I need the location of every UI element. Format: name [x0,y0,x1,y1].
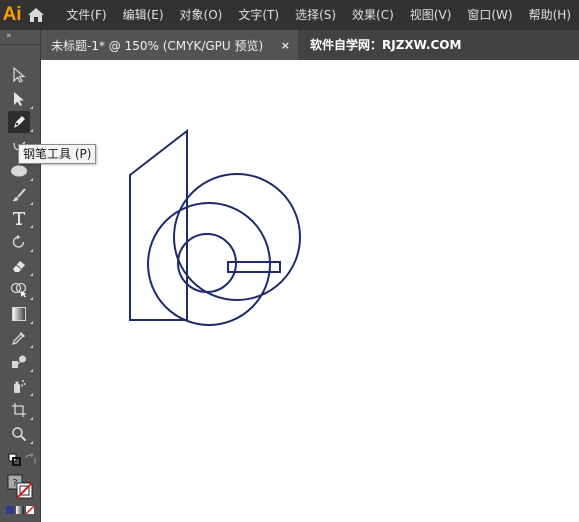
artboard-icon [12,403,26,417]
menu-items: 文件(F) 编辑(E) 对象(O) 文字(T) 选择(S) 效果(C) 视图(V… [58,0,579,30]
symbol-sprayer-tool[interactable] [8,375,33,397]
selection-tool[interactable] [8,64,30,86]
pen-tool-tooltip: 钢笔工具 (P) [18,144,97,164]
blend-icon [12,355,26,368]
menu-help[interactable]: 帮助(H) [521,0,579,30]
eraser-icon [13,261,25,272]
color-mode-buttons[interactable] [5,504,35,516]
home-icon [28,8,45,22]
symbol-sprayer-icon [14,380,26,393]
swap-fill-stroke-button[interactable] [20,449,42,471]
ellipse-icon [11,165,27,177]
menu-window[interactable]: 窗口(W) [459,0,520,30]
menu-bar: Ai 文件(F) 编辑(E) 对象(O) 文字(T) 选择(S) 效果(C) 视… [0,0,579,30]
close-tab-icon[interactable]: × [281,39,290,52]
shape-builder-icon [10,282,27,298]
menu-file[interactable]: 文件(F) [58,0,114,30]
color-gradient-none-icon [6,505,35,515]
menu-view[interactable]: 视图(V) [402,0,460,30]
menu-type[interactable]: 文字(T) [230,0,287,30]
medium-circle-shape[interactable] [147,202,271,326]
artboard-canvas[interactable] [41,60,579,522]
artboard-tool[interactable] [8,399,33,421]
app-logo: Ai [2,4,22,25]
rotate-icon [12,235,25,248]
eyedropper-icon [11,332,25,346]
direct-selection-tool[interactable] [8,88,33,110]
pen-icon [14,116,25,128]
tools-panel: » ? [0,30,41,522]
eraser-tool[interactable] [8,255,33,277]
menu-effect[interactable]: 效果(C) [344,0,402,30]
gradient-tool[interactable] [8,303,33,325]
type-t-icon [13,212,25,225]
rotate-tool[interactable] [8,231,33,253]
document-tab-bar: 未标题-1* @ 150% (CMYK/GPU 预览) × 软件自学网：RJZX… [41,30,579,60]
quadrilateral-shape[interactable] [129,128,188,321]
paintbrush-icon [12,188,26,202]
magnifier-icon [12,427,27,442]
document-tab[interactable]: 未标题-1* @ 150% (CMYK/GPU 预览) × [41,30,298,60]
fill-stroke-swatches[interactable]: ? [6,473,36,501]
menu-edit[interactable]: 编辑(E) [115,0,172,30]
site-watermark-tab: 软件自学网：RJZXW.COM [310,38,462,52]
blend-tool[interactable] [8,351,33,373]
menu-select[interactable]: 选择(S) [287,0,344,30]
menu-object[interactable]: 对象(O) [172,0,231,30]
paintbrush-tool[interactable] [8,184,33,206]
direct-selection-arrow-icon [14,92,24,106]
document-tab-title: 未标题-1* @ 150% (CMYK/GPU 预览) [51,38,264,53]
collapse-panel-button[interactable]: » [0,30,40,45]
vector-artwork[interactable] [41,60,579,522]
zoom-tool[interactable] [8,423,33,445]
eyedropper-tool[interactable] [8,327,33,349]
type-tool[interactable] [8,207,33,229]
swap-arrow-icon [25,453,36,464]
shape-builder-tool[interactable] [8,279,33,301]
fill-stroke-swatch-icon: ? [7,474,33,499]
home-button[interactable] [24,0,48,30]
selection-arrow-icon [13,67,26,83]
pen-tool[interactable] [8,111,33,133]
gradient-icon [12,307,26,321]
